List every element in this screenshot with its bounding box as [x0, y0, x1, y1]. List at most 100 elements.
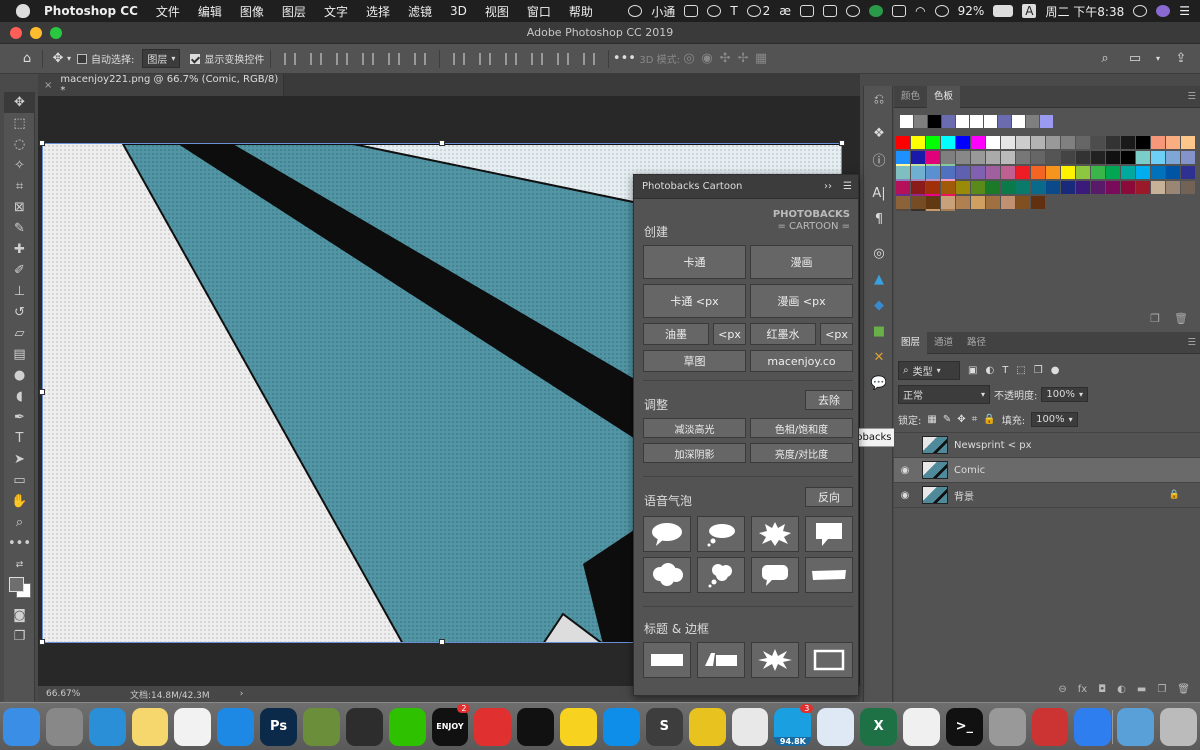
teamviewer-icon[interactable] — [603, 707, 640, 746]
icloud-icon[interactable] — [817, 707, 855, 746]
chrome-icon[interactable] — [731, 707, 769, 746]
color-swatch[interactable] — [1061, 136, 1075, 149]
spotlight-icon[interactable] — [1133, 5, 1148, 17]
color-swatch[interactable] — [941, 136, 955, 149]
clone-stamp-tool-icon[interactable]: ⊥ — [4, 281, 35, 302]
color-swatch[interactable] — [1151, 136, 1165, 149]
lasso-tool-icon[interactable]: ◌ — [4, 134, 35, 155]
color-swatch[interactable] — [1121, 181, 1135, 194]
workspace-icon[interactable]: ▭ — [1126, 50, 1144, 68]
color-swatch[interactable] — [971, 196, 985, 209]
color-swatch[interactable] — [1016, 151, 1030, 164]
color-swatch[interactable] — [1091, 136, 1105, 149]
burst-title-button[interactable] — [751, 642, 799, 678]
rounded-bubble-button[interactable] — [751, 557, 799, 593]
color-swatch[interactable] — [928, 115, 941, 128]
filter-shape-icon[interactable]: ⬚ — [1016, 365, 1025, 376]
downloads-folder-icon[interactable] — [1112, 707, 1155, 746]
color-swatch[interactable] — [956, 115, 969, 128]
sound-icon[interactable] — [934, 5, 949, 17]
color-swatch[interactable] — [1076, 166, 1090, 179]
astute-panel-icon[interactable]: ▲ — [864, 266, 894, 292]
color-swatch[interactable] — [971, 136, 985, 149]
hue-saturation-button[interactable]: 色相/饱和度 — [750, 418, 853, 438]
color-swatch[interactable] — [1031, 196, 1045, 209]
notes-icon[interactable] — [131, 707, 169, 746]
color-swatch[interactable] — [1001, 151, 1015, 164]
grid-status-icon[interactable] — [892, 5, 907, 17]
parallels-icon[interactable] — [1031, 707, 1069, 746]
eraser-tool-icon[interactable]: ▱ — [4, 323, 35, 344]
lock-artboard-icon[interactable]: ⌗ — [972, 414, 978, 425]
thought-bubble-button[interactable] — [697, 557, 745, 593]
color-swatch[interactable] — [1091, 166, 1105, 179]
history-panel-icon[interactable]: ⎌ — [864, 86, 894, 112]
lock-transparent-icon[interactable]: ▦ — [927, 414, 936, 425]
close-tab-icon[interactable]: × — [44, 80, 52, 91]
magic-wand-tool-icon[interactable]: ✧ — [4, 155, 35, 176]
transform-handle[interactable] — [839, 140, 845, 146]
color-swatch[interactable] — [986, 196, 1000, 209]
color-swatch[interactable] — [1181, 136, 1195, 149]
orbit-3d-icon[interactable]: ◎ — [680, 50, 698, 68]
downloader-icon[interactable]: 3 94.8K — [774, 703, 814, 746]
color-swatch[interactable] — [1166, 181, 1180, 194]
color-swatch[interactable] — [911, 196, 925, 209]
color-swatch[interactable] — [1151, 166, 1165, 179]
menu-file[interactable]: 文件 — [156, 3, 180, 20]
speech-bubble-panel-icon[interactable]: 💬 — [864, 370, 894, 396]
color-swatch[interactable] — [1136, 151, 1150, 164]
color-swatch[interactable] — [1121, 166, 1135, 179]
display-icon[interactable] — [823, 5, 838, 17]
color-swatch[interactable] — [1076, 136, 1090, 149]
color-swatch[interactable] — [986, 151, 1000, 164]
infuse-icon[interactable] — [517, 707, 555, 746]
textedit-icon[interactable] — [903, 707, 940, 746]
blend-mode-dropdown[interactable]: 正常 ▾ — [898, 384, 990, 404]
tab-swatches[interactable]: 色板 — [927, 85, 961, 108]
color-swatch[interactable] — [896, 196, 910, 209]
comic-px-button[interactable]: 漫画 <px — [750, 284, 853, 318]
menu-view[interactable]: 视图 — [485, 3, 509, 20]
transform-handle[interactable] — [39, 140, 45, 146]
lock-image-icon[interactable]: ✎ — [943, 414, 951, 425]
terminal-icon[interactable]: >_ — [945, 707, 983, 746]
menu-image[interactable]: 图像 — [240, 3, 264, 20]
color-swatch[interactable] — [971, 151, 985, 164]
align-left-icon[interactable] — [362, 52, 375, 65]
color-swatch[interactable] — [984, 115, 997, 128]
frame-tool-icon[interactable]: ⊠ — [4, 197, 35, 218]
banner-bubble-button[interactable] — [805, 557, 853, 593]
color-swatch[interactable] — [941, 166, 955, 179]
path-selection-tool-icon[interactable]: ➤ — [4, 449, 35, 470]
menu-type[interactable]: 文字 — [324, 3, 348, 20]
distribute-vcenter-icon[interactable] — [479, 52, 492, 65]
sketch-button[interactable]: 草图 — [643, 350, 746, 372]
transform-handle[interactable] — [439, 639, 445, 645]
color-swatch[interactable] — [986, 166, 1000, 179]
ae-status-icon[interactable]: æ — [779, 4, 791, 18]
music-icon[interactable] — [174, 707, 212, 746]
auto-select-dropdown[interactable]: 图层 ▾ — [142, 49, 181, 68]
color-swatch[interactable] — [1136, 166, 1150, 179]
collapse-icon[interactable]: ›› — [824, 181, 832, 192]
layer-kind-filter[interactable]: ⌕ 类型 ▾ — [898, 360, 960, 380]
distribute-top-icon[interactable] — [453, 52, 466, 65]
search-icon[interactable]: ⌕ — [1096, 50, 1114, 68]
color-swatch[interactable] — [1040, 115, 1053, 128]
red-ink-px-button[interactable]: <px — [820, 323, 853, 345]
document-tab[interactable]: × macenjoy221.png @ 66.7% (Comic, RGB/8)… — [38, 74, 284, 96]
layer-style-icon[interactable]: fx — [1078, 684, 1087, 695]
color-swatch[interactable] — [1151, 151, 1165, 164]
swap-colors-icon[interactable]: ⇄ — [4, 554, 35, 575]
character-panel-icon[interactable]: A| — [864, 180, 894, 206]
more-options-icon[interactable]: ••• — [613, 50, 636, 68]
text-status-icon[interactable]: T — [730, 4, 737, 18]
color-swatch[interactable] — [1091, 181, 1105, 194]
reverse-button[interactable]: 反向 — [805, 487, 853, 507]
qq-icon[interactable] — [345, 707, 383, 746]
brightness-contrast-button[interactable]: 亮度/对比度 — [750, 443, 853, 463]
color-swatch[interactable] — [956, 151, 970, 164]
color-swatch[interactable] — [986, 181, 1000, 194]
color-swatch[interactable] — [1166, 166, 1180, 179]
